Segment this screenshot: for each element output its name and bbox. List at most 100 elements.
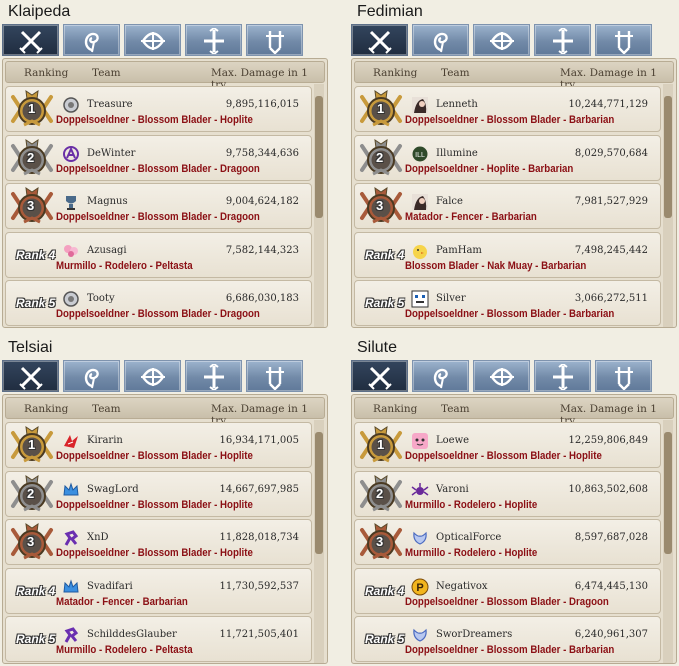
- cross-icon: [204, 28, 224, 54]
- spiral-icon: [433, 368, 448, 389]
- ranking-row-second[interactable]: 2 ILL Illumine 8,029,570,684 Doppelsoeldner …: [354, 134, 661, 181]
- archer-class-tab[interactable]: [473, 360, 530, 392]
- team-composition: Doppelsoeldner - Blossom Blader - Dragoo…: [405, 595, 609, 608]
- wizard-class-tab[interactable]: [63, 360, 120, 392]
- max-damage: 8,029,570,684: [574, 147, 648, 159]
- server-panel-telsiai: Telsiai Ranking Team Max. Damage in 1 try 1 K…: [2, 336, 328, 666]
- ranking-list: Ranking Team Max. Damage in 1 try 1 Kirarin 1…: [2, 394, 328, 664]
- player-name: Azusagi: [87, 244, 127, 256]
- server-title: Klaipeda: [8, 3, 71, 20]
- wizard-class-tab[interactable]: [63, 24, 120, 56]
- spiral-icon: [84, 368, 99, 389]
- rank-label: Rank 5: [365, 632, 405, 646]
- purple-dragon-icon: [64, 530, 79, 546]
- class-tab-bar: [2, 360, 328, 392]
- scrollbar-thumb[interactable]: [315, 432, 323, 554]
- team-composition: Murmillo - Rodelero - Peltasta: [56, 644, 193, 656]
- scrollbar-thumb[interactable]: [664, 432, 672, 554]
- blue-wing-icon: [413, 628, 427, 642]
- ranking-row-fourth[interactable]: Rank 4 PamHam 7,498,245,442 Blossom Blader …: [354, 231, 661, 278]
- scout-class-tab[interactable]: [246, 24, 303, 56]
- ranking-row-fifth[interactable]: Rank 5 Tooty 6,686,030,183 Doppelsoeldner -…: [5, 280, 312, 326]
- ranking-row-third[interactable]: 3 XnD 11,828,018,734 Doppelsoeldner - Bloss…: [5, 519, 312, 565]
- svg-text:P: P: [416, 582, 423, 594]
- swordsman-class-tab[interactable]: [2, 360, 59, 392]
- ranking-row-second[interactable]: 2 Varoni 10,863,502,608 Murmillo - Rodelero…: [354, 470, 661, 517]
- crossed-swords-icon: [19, 30, 43, 54]
- ranking-row-fourth[interactable]: Rank 4 Svadifari 11,730,592,537 Matador - F…: [5, 567, 312, 614]
- scout-class-tab[interactable]: [246, 360, 303, 392]
- ranking-header: Ranking Team Max. Damage in 1 try: [354, 61, 674, 91]
- ranking-column-header: Ranking: [373, 403, 418, 415]
- red-bird-icon: [64, 435, 78, 448]
- ranking-row-fourth[interactable]: Rank 4 Azusagi 7,582,144,323 Murmillo - Rod…: [5, 231, 312, 278]
- trophy-icon: [66, 196, 76, 210]
- player-name: Svadifari: [87, 580, 133, 592]
- scrollbar[interactable]: [663, 84, 673, 327]
- team-composition: Murmillo - Rodelero - Peltasta: [56, 259, 193, 272]
- ranking-row-second[interactable]: 2 DeWinter 9,758,344,636 Doppelsoeldner - B…: [5, 134, 312, 181]
- purple-spider-icon: [411, 482, 429, 496]
- swordsman-class-tab[interactable]: [2, 24, 59, 56]
- scrollbar[interactable]: [314, 84, 324, 327]
- scout-class-tab[interactable]: [595, 360, 652, 392]
- scrollbar-thumb[interactable]: [315, 96, 323, 218]
- ranking-row-third[interactable]: 3 Falce 7,981,527,929 Matador - Fencer - Ba…: [354, 183, 661, 229]
- ranking-row-first[interactable]: 1 Kirarin 16,934,171,005 Doppelsoeldner - B…: [5, 422, 312, 468]
- class-tab-bar: [2, 24, 328, 56]
- player-name: Varoni: [436, 483, 469, 495]
- archer-class-tab[interactable]: [124, 24, 181, 56]
- player-name: OpticalForce: [436, 532, 502, 543]
- player-name: Treasure: [87, 99, 133, 110]
- ranking-row-first[interactable]: 1 Treasure 9,895,116,015 Doppelsoeldner - B…: [5, 86, 312, 132]
- swordsman-class-tab[interactable]: [351, 24, 408, 56]
- cross-icon: [553, 28, 573, 54]
- team-column-header: Team: [92, 403, 121, 415]
- player-name: Loewe: [436, 435, 470, 446]
- spiral-icon: [84, 32, 99, 53]
- bow-icon: [490, 32, 514, 50]
- scout-class-tab[interactable]: [595, 24, 652, 56]
- chick-icon: [413, 244, 427, 259]
- ranking-row-fifth[interactable]: Rank 5 Silver 3,066,272,511 Doppelsoeldner …: [354, 280, 661, 326]
- max-damage: 9,895,116,015: [225, 99, 299, 110]
- swordsman-class-tab[interactable]: [351, 360, 408, 392]
- max-damage: 6,686,030,183: [225, 293, 299, 304]
- scrollbar[interactable]: [314, 420, 324, 663]
- dagger-icon: [615, 367, 633, 390]
- player-name: SchilddesGlauber: [87, 629, 177, 640]
- ranking-row-fourth[interactable]: Rank 4 P Negativox 6,474,445,130 Doppelsoeld…: [354, 567, 661, 614]
- cleric-class-tab[interactable]: [534, 360, 591, 392]
- purple-dragon-icon: [64, 627, 79, 643]
- portrait-icon: [412, 194, 428, 210]
- max-damage: 11,730,592,537: [219, 580, 299, 592]
- ranking-row-first[interactable]: 1 Loewe 12,259,806,849 Doppelsoeldner - Blo…: [354, 422, 661, 468]
- ranking-row-third[interactable]: 3 Magnus 9,004,624,182 Doppelsoeldner - Blo…: [5, 183, 312, 229]
- max-damage: 7,981,527,929: [574, 196, 648, 207]
- player-name: DeWinter: [87, 147, 136, 159]
- cleric-class-tab[interactable]: [185, 24, 242, 56]
- rank-number: 3: [376, 534, 384, 549]
- team-composition: Murmillo - Rodelero - Hoplite: [405, 547, 538, 559]
- ranking-row-third[interactable]: 3 OpticalForce 8,597,687,028 Murmillo - Rod…: [354, 519, 661, 565]
- ranking-row-first[interactable]: 1 Lenneth 10,244,771,129 Doppelsoeldner - B…: [354, 86, 661, 132]
- scrollbar-thumb[interactable]: [664, 96, 672, 218]
- team-composition: Doppelsoeldner - Hoplite - Barbarian: [405, 162, 574, 175]
- cleric-class-tab[interactable]: [534, 24, 591, 56]
- ranking-list: Ranking Team Max. Damage in 1 try 1 Loewe 12,…: [351, 394, 677, 664]
- rank-number: 2: [27, 485, 35, 501]
- svg-text:ILL: ILL: [415, 152, 425, 159]
- cleric-class-tab[interactable]: [185, 360, 242, 392]
- player-name: Lenneth: [436, 99, 478, 110]
- ranking-row-fifth[interactable]: Rank 5 SworDreamers 6,240,961,307 Doppelsoe…: [354, 616, 661, 662]
- wizard-class-tab[interactable]: [412, 360, 469, 392]
- team-composition: Doppelsoeldner - Blossom Blader - Hoplit…: [405, 450, 602, 462]
- archer-class-tab[interactable]: [473, 24, 530, 56]
- rank-label: Rank 5: [16, 296, 56, 310]
- archer-class-tab[interactable]: [124, 360, 181, 392]
- dagger-icon: [266, 31, 284, 54]
- scrollbar[interactable]: [663, 420, 673, 663]
- ranking-row-second[interactable]: 2 SwagLord 14,667,697,985 Doppelsoeldner - …: [5, 470, 312, 517]
- ranking-row-fifth[interactable]: Rank 5 SchilddesGlauber 11,721,505,401 Murm…: [5, 616, 312, 662]
- wizard-class-tab[interactable]: [412, 24, 469, 56]
